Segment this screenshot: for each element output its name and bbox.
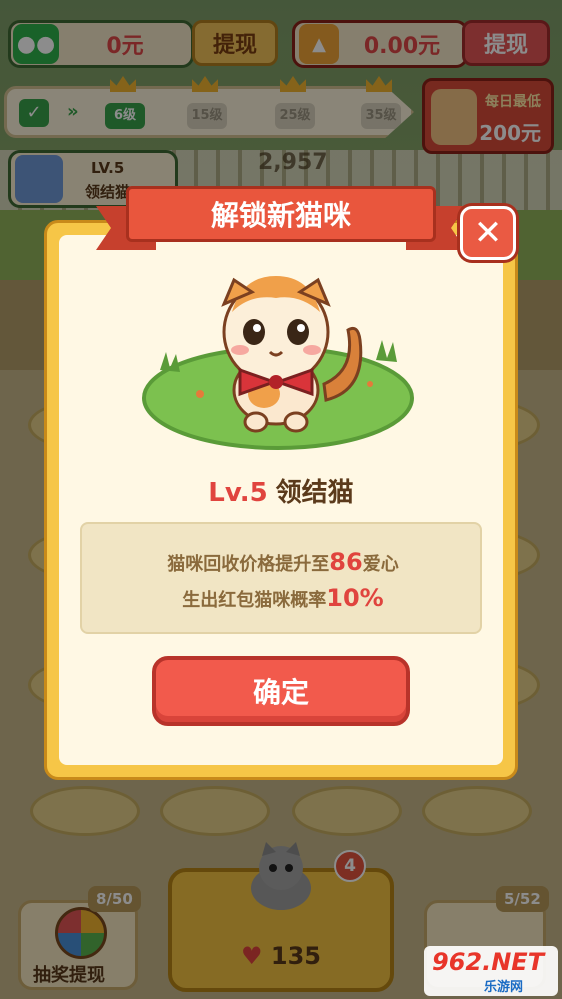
dialog-title: 解锁新猫咪	[126, 186, 436, 242]
cat-name-row: Lv.5 领结猫	[0, 472, 562, 509]
recycle-price-line: 猫咪回收价格提升至86爱心	[82, 548, 484, 576]
cat-name: 领结猫	[275, 478, 354, 508]
recycle-price-unit: 爱心	[362, 554, 399, 575]
watermark-sub: 乐游网	[484, 980, 524, 995]
recycle-price-value: 86	[329, 548, 363, 576]
redpacket-chance-line: 生出红包猫咪概率10%	[82, 584, 484, 612]
recycle-price-label: 猫咪回收价格提升至	[167, 554, 330, 575]
redpacket-chance-label: 生出红包猫咪概率	[182, 590, 327, 611]
close-button[interactable]: ✕	[460, 206, 516, 260]
watermark-brand: 962.NET	[432, 948, 545, 976]
confirm-button[interactable]: 确定	[152, 656, 410, 726]
redpacket-chance-value: 10%	[326, 584, 384, 612]
watermark-logo: 962.NET 乐游网	[424, 946, 558, 996]
bowtie-cat-illustration	[142, 276, 414, 450]
cat-stats-box: 猫咪回收价格提升至86爱心 生出红包猫咪概率10%	[80, 522, 482, 634]
cat-level: Lv.5	[208, 478, 268, 508]
dialog-title-ribbon: 解锁新猫咪	[96, 182, 466, 250]
